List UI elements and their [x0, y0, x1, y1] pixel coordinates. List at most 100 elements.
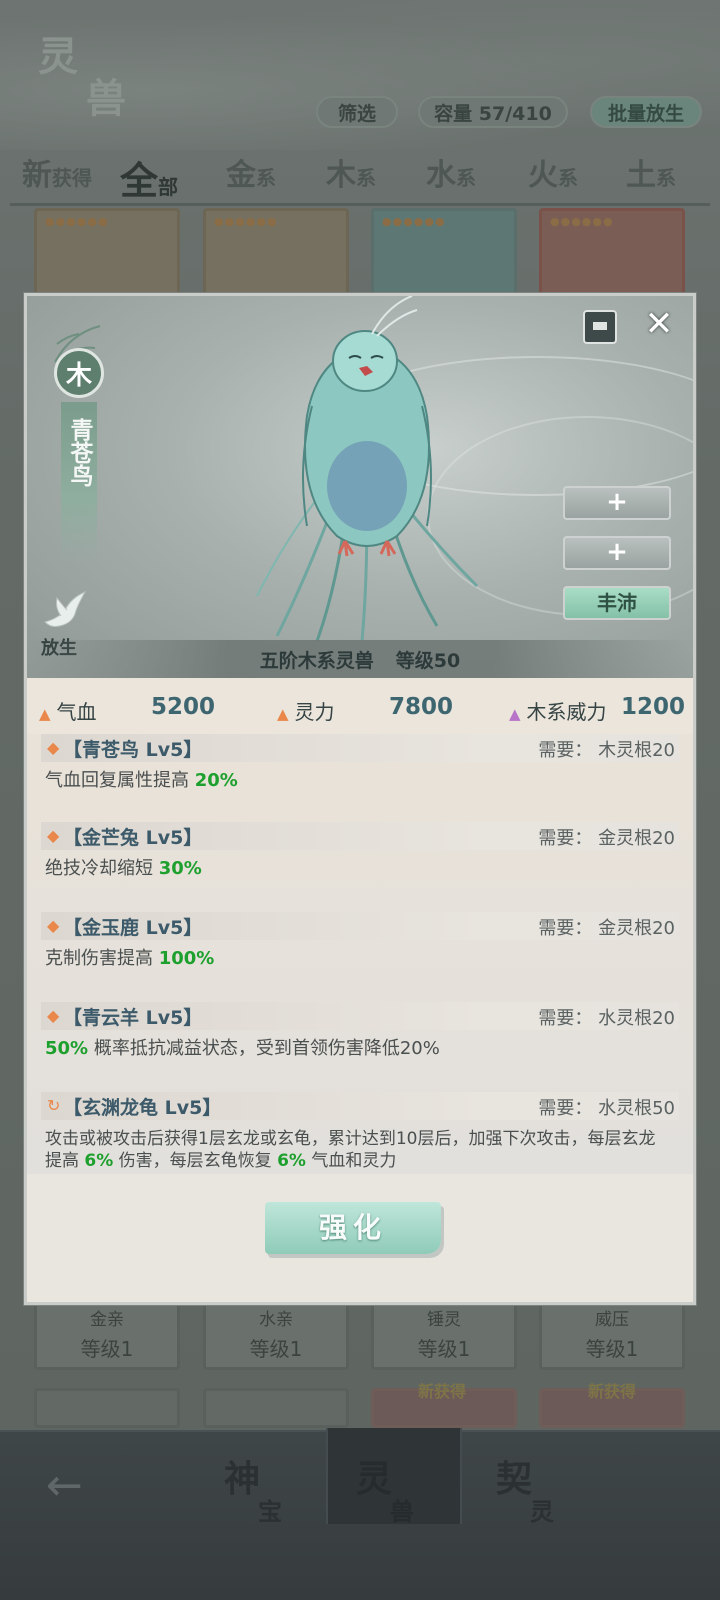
trait-abundant-button[interactable]: 丰沛: [563, 586, 671, 620]
desc-text: 提高: [45, 1151, 85, 1171]
desc-highlight: 20%: [194, 770, 238, 791]
beast-portrait-panel: 木 青苍鸟 放生 ✕ + + 丰沛 五阶木系灵兽等级50: [27, 296, 693, 678]
rank-icons: ●●●●●●: [214, 215, 278, 228]
card-name: 水亲: [259, 1310, 293, 1330]
stat-value: 1200: [621, 694, 686, 720]
category-tabs: 新获得 全部 金系 木系 水系 火系 土系: [0, 150, 720, 203]
desc-highlight: 6%: [84, 1151, 114, 1171]
beast-card[interactable]: ●●●●●●: [371, 208, 517, 300]
beast-illustration: [256, 296, 479, 641]
capacity-indicator: 容量 57/410: [418, 96, 568, 128]
card-name: 威压: [595, 1310, 629, 1330]
tab-wood[interactable]: 木系: [326, 150, 376, 202]
triangle-icon: ▲: [277, 705, 289, 723]
skill-header: ◆ 【青苍鸟 Lv5】 需要： 木灵根20: [41, 734, 679, 762]
skill-name: 【玄渊龙龟 Lv5】: [63, 1097, 222, 1119]
nav-contract-char1: 契: [496, 1458, 533, 1500]
beast-level: 等级50: [395, 650, 461, 672]
skill-name: 【青苍鸟 Lv5】: [63, 739, 203, 761]
tab-wood-big: 木: [326, 158, 356, 193]
filter-button[interactable]: 筛选: [316, 96, 398, 128]
rank-icons: ●●●●●●: [45, 215, 109, 228]
batch-release-button[interactable]: 批量放生: [590, 96, 702, 128]
nav-treasure-char2: 宝: [258, 1497, 282, 1526]
beast-card[interactable]: 威压 等级1: [539, 1300, 685, 1370]
desc-line: 提高 6% 伤害，每层玄龟恢复 6% 气血和灵力: [45, 1150, 675, 1172]
beast-grade: 五阶木系灵兽: [259, 650, 374, 672]
stats-row: ▲ 气血 5200 ▲ 灵力 7800 ▲ 木系威力 1200: [27, 678, 693, 734]
beast-card[interactable]: 金亲 等级1: [34, 1300, 180, 1370]
desc-text: 克制伤害提高: [45, 948, 159, 969]
back-arrow-icon[interactable]: ←: [46, 1460, 83, 1511]
diamond-icon: ◆: [47, 1006, 60, 1025]
tab-water[interactable]: 水系: [426, 150, 476, 202]
logo-char-2: 兽: [86, 75, 126, 122]
tab-fire-small: 系: [558, 166, 578, 190]
tab-wood-small: 系: [356, 166, 376, 190]
nav-beast-char1: 灵: [356, 1458, 393, 1500]
new-tag: 新获得: [588, 1382, 637, 1401]
tabs-divider: [10, 203, 710, 206]
tab-fire-big: 火: [528, 158, 558, 193]
skill-name: 【金芒兔 Lv5】: [63, 827, 203, 849]
tab-earth-small: 系: [656, 166, 676, 190]
logo-char-1: 灵: [38, 33, 78, 80]
save-icon[interactable]: [583, 310, 617, 344]
enhance-button[interactable]: 强化: [265, 1202, 441, 1254]
tab-all[interactable]: 全部: [120, 150, 179, 203]
close-icon[interactable]: ✕: [639, 304, 679, 344]
cycle-icon: ↻: [47, 1096, 61, 1115]
tab-earth[interactable]: 土系: [626, 150, 676, 202]
beast-card[interactable]: [203, 1388, 349, 1428]
add-slot-button[interactable]: +: [563, 486, 671, 520]
beast-card[interactable]: 锤灵 等级1: [371, 1300, 517, 1370]
tab-water-small: 系: [456, 166, 476, 190]
skill-requirement: 需要： 水灵根20: [538, 1008, 675, 1029]
tab-metal-big: 金: [226, 158, 256, 193]
desc-highlight: 30%: [158, 858, 202, 879]
card-name: 金亲: [90, 1310, 124, 1330]
skill-requirement: 需要： 水灵根50: [538, 1098, 675, 1119]
add-slot-button[interactable]: +: [563, 536, 671, 570]
skill-name: 【青云羊 Lv5】: [63, 1007, 203, 1029]
diamond-icon: ◆: [47, 826, 60, 845]
desc-text: 概率抵抗减益状态，受到首领伤害降低20%: [88, 1038, 440, 1059]
stat-value: 7800: [389, 694, 454, 720]
skill-header: ◆ 【金芒兔 Lv5】 需要： 金灵根20: [41, 822, 679, 850]
skills-list: ◆ 【青苍鸟 Lv5】 需要： 木灵根20 气血回复属性提高 20% ◆ 【金芒…: [27, 734, 693, 1174]
page-logo: 灵 兽: [30, 30, 140, 130]
beast-card[interactable]: 水亲 等级1: [203, 1300, 349, 1370]
release-bird-icon[interactable]: [41, 588, 89, 636]
tab-all-small: 部: [158, 175, 179, 199]
skill-header: ↻ 【玄渊龙龟 Lv5】 需要： 水灵根50: [41, 1092, 679, 1120]
desc-highlight: 50%: [45, 1038, 89, 1059]
stat-spirit: ▲ 灵力 7800: [277, 694, 453, 725]
skill-description: 克制伤害提高 100%: [45, 948, 675, 970]
tab-metal[interactable]: 金系: [226, 150, 276, 202]
stat-label: 气血: [56, 700, 97, 724]
triangle-icon: ▲: [509, 705, 521, 723]
nav-contract-char2: 灵: [530, 1497, 554, 1526]
tab-earth-big: 土: [626, 158, 656, 193]
beast-card[interactable]: ●●●●●●: [539, 208, 685, 300]
nav-beast-char2: 兽: [390, 1497, 414, 1526]
stat-label: 木系威力: [526, 700, 607, 724]
beast-card[interactable]: ●●●●●●: [203, 208, 349, 300]
desc-highlight: 6%: [277, 1151, 306, 1171]
tab-new[interactable]: 新获得: [22, 150, 92, 202]
beast-card[interactable]: [34, 1388, 180, 1428]
card-name: 锤灵: [427, 1310, 461, 1330]
rank-icons: ●●●●●●: [382, 215, 446, 228]
tab-fire[interactable]: 火系: [528, 150, 578, 202]
beast-card[interactable]: ●●●●●●: [34, 208, 180, 300]
stat-label: 灵力: [294, 700, 335, 724]
card-level: 等级1: [80, 1337, 134, 1361]
tab-new-big: 新: [22, 158, 52, 193]
new-tag: 新获得: [418, 1382, 467, 1401]
desc-text: 气血回复属性提高: [45, 770, 195, 791]
stat-hp: ▲ 气血 5200: [39, 694, 215, 725]
stat-wood-power: ▲ 木系威力 1200: [509, 694, 685, 725]
beast-grade-info: 五阶木系灵兽 等级50: [27, 646, 693, 673]
element-badge: 木: [54, 348, 104, 398]
skill-requirement: 需要： 木灵根20: [538, 740, 675, 761]
